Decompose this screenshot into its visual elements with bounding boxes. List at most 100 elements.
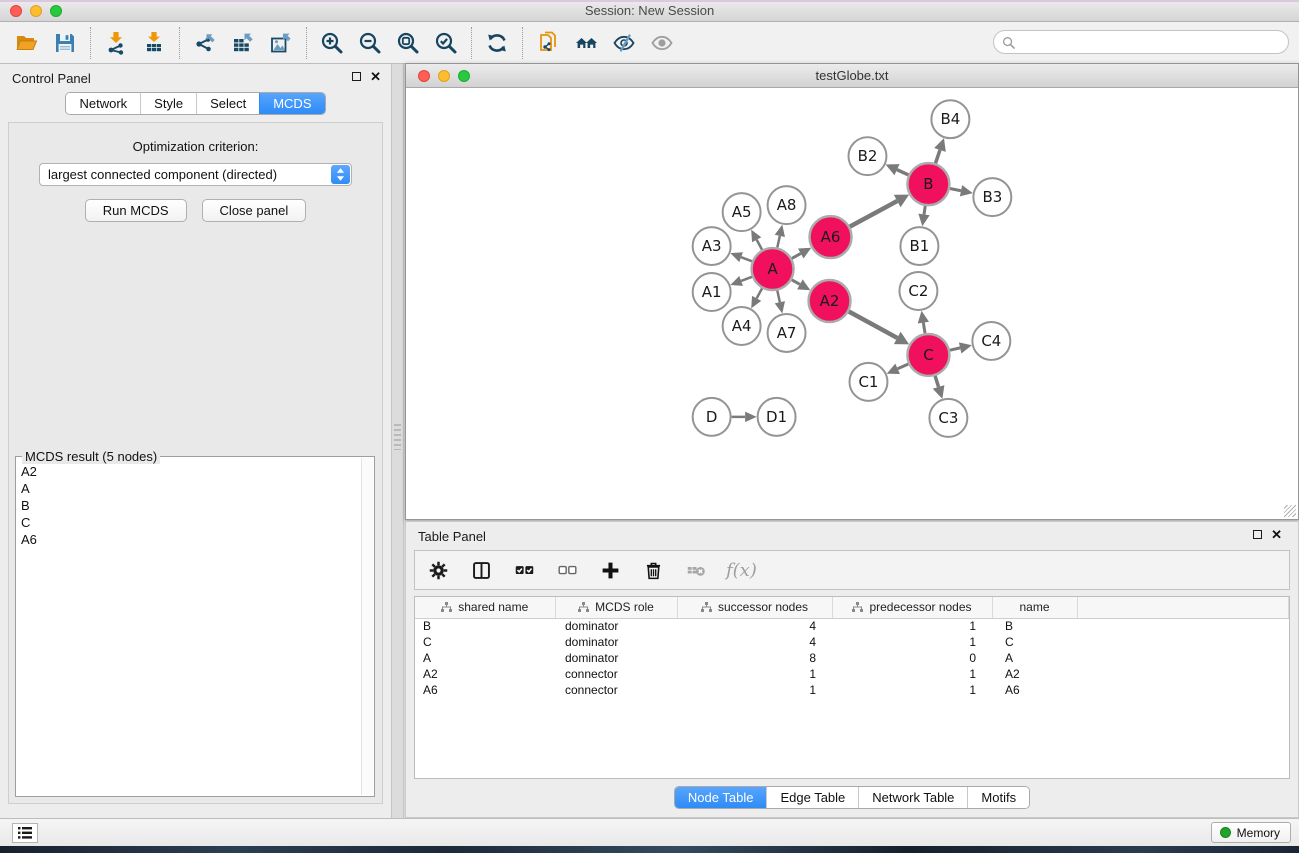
search-input[interactable] bbox=[993, 30, 1289, 54]
create-column-button[interactable] bbox=[597, 556, 623, 584]
column-header-name[interactable]: name bbox=[992, 597, 1077, 618]
delete-rows-button[interactable] bbox=[640, 556, 666, 584]
graph-edge-C-C3[interactable] bbox=[933, 376, 945, 399]
graph-node-D1[interactable]: D1 bbox=[758, 398, 796, 436]
graph-node-A5[interactable]: A5 bbox=[723, 193, 761, 231]
hide-graphics-details-button[interactable] bbox=[605, 26, 643, 60]
graph-node-B4[interactable]: B4 bbox=[931, 100, 969, 138]
task-history-button[interactable] bbox=[12, 823, 38, 843]
graph-edge-B-B2[interactable] bbox=[886, 164, 909, 175]
tab-style[interactable]: Style bbox=[140, 93, 196, 114]
function-builder-button[interactable]: f(x) bbox=[726, 556, 757, 584]
close-table-panel-icon[interactable]: ✕ bbox=[1271, 529, 1282, 540]
graph-edge-A-A2[interactable] bbox=[792, 279, 811, 290]
mcds-result-item[interactable]: A6 bbox=[18, 531, 360, 548]
import-network-button[interactable] bbox=[97, 26, 135, 60]
home-button[interactable] bbox=[567, 26, 605, 60]
graph-edge-A-A7[interactable] bbox=[775, 291, 785, 314]
graph-edge-A-A6[interactable] bbox=[792, 248, 811, 259]
table-row[interactable]: A6connector11A6 bbox=[415, 682, 1289, 698]
graph-node-B[interactable]: B bbox=[907, 163, 949, 205]
run-mcds-button[interactable]: Run MCDS bbox=[85, 199, 187, 222]
network-canvas[interactable]: AA1A2A3A4A5A6A7A8BB1B2B3B4CC1C2C3C4DD1 bbox=[406, 88, 1298, 519]
refresh-button[interactable] bbox=[478, 26, 516, 60]
export-network-button[interactable] bbox=[186, 26, 224, 60]
column-view-button[interactable] bbox=[468, 556, 494, 584]
tab-motifs[interactable]: Motifs bbox=[967, 787, 1029, 808]
open-session-button[interactable] bbox=[8, 26, 46, 60]
column-header-mcds-role[interactable]: MCDS role bbox=[555, 597, 677, 618]
criterion-select[interactable]: largest connected component (directed) bbox=[39, 163, 352, 186]
graph-node-C[interactable]: C bbox=[907, 334, 949, 376]
graph-node-D[interactable]: D bbox=[693, 398, 731, 436]
graph-node-C4[interactable]: C4 bbox=[972, 322, 1010, 360]
graph-node-C1[interactable]: C1 bbox=[850, 363, 888, 401]
table-settings-button[interactable] bbox=[425, 556, 451, 584]
show-graphics-details-button[interactable] bbox=[643, 26, 681, 60]
tab-network-table[interactable]: Network Table bbox=[858, 787, 967, 808]
zoom-fit-button[interactable] bbox=[389, 26, 427, 60]
graph-edge-A-A3[interactable] bbox=[730, 252, 752, 262]
result-scrollbar[interactable] bbox=[361, 458, 373, 795]
graph-node-A3[interactable]: A3 bbox=[693, 227, 731, 265]
graph-edge-A-A1[interactable] bbox=[730, 276, 752, 286]
graph-edge-A-A8[interactable] bbox=[775, 225, 785, 248]
graph-edge-A2-C[interactable] bbox=[849, 312, 909, 345]
select-all-button[interactable] bbox=[511, 556, 537, 584]
zoom-in-button[interactable] bbox=[313, 26, 351, 60]
graph-edge-B-B1[interactable] bbox=[918, 206, 929, 226]
memory-button[interactable]: Memory bbox=[1211, 822, 1291, 843]
table-row[interactable]: Cdominator41C bbox=[415, 634, 1289, 650]
tab-edge-table[interactable]: Edge Table bbox=[766, 787, 858, 808]
graph-node-B3[interactable]: B3 bbox=[973, 178, 1011, 216]
graph-node-B2[interactable]: B2 bbox=[849, 137, 887, 175]
tab-select[interactable]: Select bbox=[196, 93, 259, 114]
save-session-button[interactable] bbox=[46, 26, 84, 60]
window-resize-grip[interactable] bbox=[1284, 505, 1296, 517]
graph-edge-C-C1[interactable] bbox=[887, 364, 909, 374]
table-row[interactable]: Adominator80A bbox=[415, 650, 1289, 666]
graph-node-B1[interactable]: B1 bbox=[900, 227, 938, 265]
graph-edge-A-A4[interactable] bbox=[751, 288, 762, 308]
export-table-button[interactable] bbox=[224, 26, 262, 60]
tab-node-table[interactable]: Node Table bbox=[675, 787, 767, 808]
close-panel-button[interactable]: Close panel bbox=[202, 199, 307, 222]
graph-node-A7[interactable]: A7 bbox=[768, 314, 806, 352]
graph-node-A1[interactable]: A1 bbox=[693, 273, 731, 311]
graph-node-A8[interactable]: A8 bbox=[768, 186, 806, 224]
float-table-panel-icon[interactable] bbox=[1253, 530, 1262, 539]
table-row[interactable]: Bdominator41B bbox=[415, 618, 1289, 634]
graph-edge-C-C2[interactable] bbox=[918, 311, 929, 333]
mcds-result-item[interactable]: A2 bbox=[18, 463, 360, 480]
graph-edge-C-C4[interactable] bbox=[950, 342, 972, 353]
table-row[interactable]: A2connector11A2 bbox=[415, 666, 1289, 682]
export-image-button[interactable] bbox=[262, 26, 300, 60]
graph-edge-A-A5[interactable] bbox=[751, 230, 762, 250]
zoom-selected-button[interactable] bbox=[427, 26, 465, 60]
graph-node-A4[interactable]: A4 bbox=[723, 307, 761, 345]
graph-edge-B-B3[interactable] bbox=[950, 185, 973, 196]
graph-edge-A6-B[interactable] bbox=[850, 195, 909, 227]
graph-node-A6[interactable]: A6 bbox=[810, 216, 852, 258]
graph-edge-B-B4[interactable] bbox=[934, 138, 946, 163]
network-window-titlebar[interactable]: testGlobe.txt bbox=[406, 64, 1298, 88]
float-panel-icon[interactable] bbox=[352, 72, 361, 81]
graph-node-C2[interactable]: C2 bbox=[899, 272, 937, 310]
import-table-button[interactable] bbox=[135, 26, 173, 60]
delete-column-button[interactable] bbox=[683, 556, 709, 584]
mcds-result-item[interactable]: A bbox=[18, 480, 360, 497]
column-header-successor-nodes[interactable]: successor nodes bbox=[677, 597, 832, 618]
zoom-out-button[interactable] bbox=[351, 26, 389, 60]
graph-edge-D-D1[interactable] bbox=[732, 412, 757, 422]
panel-divider[interactable] bbox=[391, 64, 404, 818]
close-panel-icon[interactable]: ✕ bbox=[370, 71, 381, 82]
graph-node-C3[interactable]: C3 bbox=[929, 399, 967, 437]
tab-mcds[interactable]: MCDS bbox=[259, 93, 324, 114]
column-header-shared-name[interactable]: shared name bbox=[415, 597, 555, 618]
mcds-result-item[interactable]: B bbox=[18, 497, 360, 514]
deselect-all-button[interactable] bbox=[554, 556, 580, 584]
graph-node-A[interactable]: A bbox=[752, 248, 794, 290]
mcds-result-item[interactable]: C bbox=[18, 514, 360, 531]
column-header-predecessor-nodes[interactable]: predecessor nodes bbox=[832, 597, 992, 618]
tab-network[interactable]: Network bbox=[66, 93, 140, 114]
